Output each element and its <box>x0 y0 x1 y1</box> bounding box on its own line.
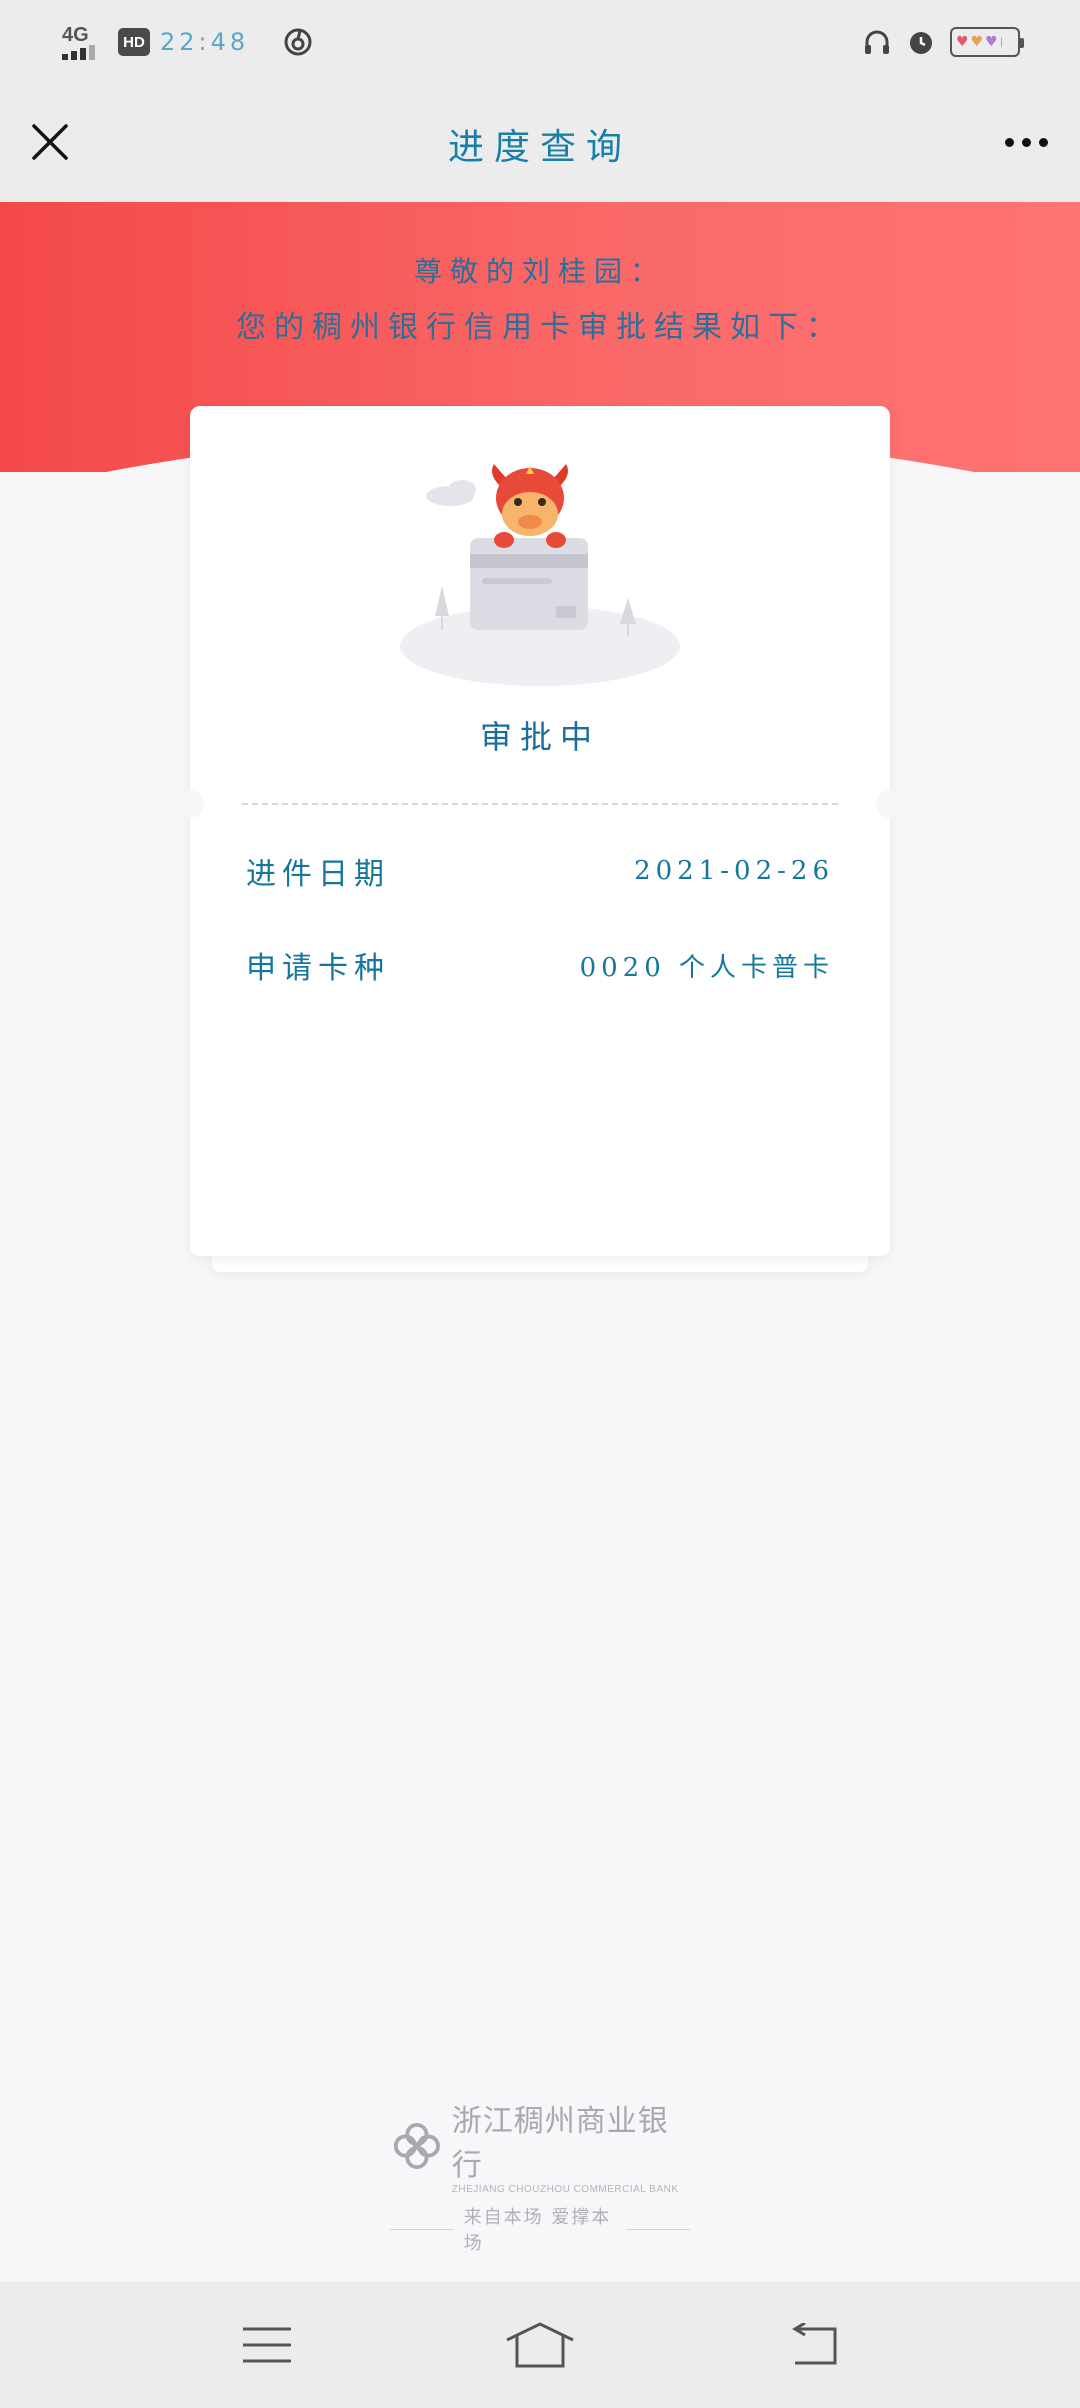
page-title: 进度查询 <box>447 127 632 168</box>
alarm-icon <box>906 27 936 57</box>
card-notch-left <box>176 790 204 818</box>
bank-logo-icon <box>393 2122 440 2169</box>
slogan-divider-right <box>626 2228 690 2230</box>
back-icon <box>792 2323 837 2365</box>
bank-name-en: ZHEJIANG CHOUZHOU COMMERCIAL BANK <box>451 2184 679 2195</box>
menu-button[interactable] <box>227 2315 307 2375</box>
info-value: 2021-02-26 <box>634 856 834 886</box>
info-label: 进件日期 <box>246 857 390 892</box>
home-button[interactable] <box>500 2315 580 2375</box>
greeting-line-1: 尊敬的刘桂园： <box>413 255 666 288</box>
home-icon <box>506 2322 574 2368</box>
back-button[interactable] <box>773 2315 853 2375</box>
battery-icon: ♥ ♥ ♥ | <box>950 27 1024 57</box>
bank-logo: 浙江稠州商业银行 ZHEJIANG CHOUZHOU COMMERCIAL BA… <box>390 2096 690 2254</box>
info-label: 申请卡种 <box>246 951 390 986</box>
more-icon <box>1004 137 1014 147</box>
network-type: 4G <box>62 24 89 46</box>
card-divider <box>242 803 838 805</box>
more-icon-dot <box>1038 137 1048 147</box>
card-notch-right <box>876 790 904 818</box>
info-row-submit-date: 进件日期 2021-02-26 <box>246 846 834 896</box>
approval-status: 审批中 <box>479 718 600 756</box>
system-nav-bar <box>0 2282 1080 2408</box>
bank-slogan: 来自本场 爱撑本场 <box>463 2207 612 2254</box>
greeting-line-2: 您的稠州银行信用卡审批结果如下： <box>236 310 844 345</box>
info-value: 0020 个人卡普卡 <box>579 952 834 983</box>
menu-icon <box>242 2327 291 2363</box>
bank-name: 浙江稠州商业银行 <box>451 2104 669 2183</box>
hd-badge: HD <box>118 28 150 56</box>
status-time: 22:48 <box>160 28 250 56</box>
signal-icon: 4G <box>60 24 108 60</box>
slogan-divider-left <box>390 2228 454 2230</box>
more-icon-dot <box>1021 137 1031 147</box>
mascot-card-illustration <box>400 464 680 686</box>
more-button[interactable] <box>994 114 1058 170</box>
status-bar: 4G HD 22:48 ♥ ♥ ♥ | <box>0 0 1080 84</box>
title-bar: 进度查询 <box>0 84 1080 202</box>
netease-music-icon <box>283 27 313 57</box>
info-row-card-type: 申请卡种 0020 个人卡普卡 <box>246 940 834 990</box>
headphones-icon <box>862 27 892 57</box>
status-bar-right: ♥ ♥ ♥ | <box>862 24 1024 60</box>
status-bar-left: 4G HD 22:48 <box>60 22 313 62</box>
result-card: 审批中 进件日期 2021-02-26 申请卡种 0020 个人卡普卡 <box>176 406 904 1256</box>
